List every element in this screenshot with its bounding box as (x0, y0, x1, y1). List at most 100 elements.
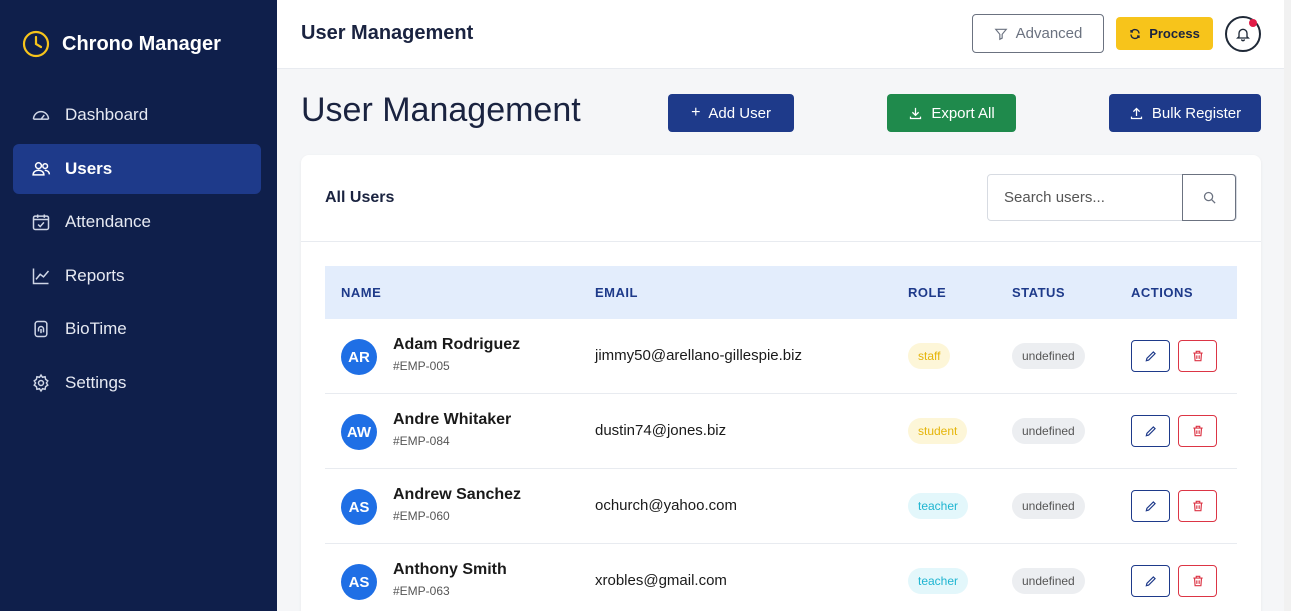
status-badge: undefined (1012, 418, 1085, 444)
pencil-icon (1145, 576, 1156, 587)
user-id: #EMP-084 (393, 434, 450, 448)
edit-button[interactable] (1131, 340, 1170, 372)
topbar: User Management Advanced Process (277, 0, 1284, 69)
card-title: All Users (325, 189, 395, 206)
table-row: AS Andrew Sanchez #EMP-060 ochurch@yahoo… (325, 469, 1237, 544)
status-badge: undefined (1012, 568, 1085, 594)
bulk-register-button[interactable]: Bulk Register (1109, 94, 1261, 132)
download-icon (910, 107, 922, 119)
sidebar-item-users[interactable]: Users (13, 144, 261, 194)
plus-icon: + (691, 104, 701, 121)
user-name: Andrew Sanchez (393, 486, 522, 503)
delete-button[interactable] (1178, 490, 1217, 522)
process-label: Process (1149, 26, 1200, 41)
line-chart-icon (32, 268, 50, 285)
search-box (987, 174, 1237, 221)
gear-icon (33, 373, 49, 393)
trash-icon (1192, 425, 1203, 437)
topbar-title: User Management (301, 22, 474, 44)
pencil-icon (1145, 426, 1156, 437)
fingerprint-icon (34, 320, 48, 338)
clock-icon (22, 30, 50, 58)
user-id: #EMP-005 (393, 359, 450, 373)
sidebar: Chrono Manager Dashboard Users Attendanc… (0, 0, 277, 611)
advanced-button[interactable]: Advanced (972, 14, 1104, 53)
brand-name: Chrono Manager (62, 32, 221, 55)
user-id: #EMP-060 (393, 509, 450, 523)
edit-button[interactable] (1131, 490, 1170, 522)
avatar: AW (341, 414, 377, 450)
sidebar-item-label: Users (65, 159, 113, 178)
edit-button[interactable] (1131, 415, 1170, 447)
pencil-icon (1145, 351, 1156, 362)
users-card: All Users NAME EMAIL ROLE STATUS ACTIONS… (301, 155, 1261, 611)
table-header: NAME EMAIL ROLE STATUS ACTIONS (325, 266, 1237, 319)
sidebar-item-biotime[interactable]: BioTime (13, 304, 261, 354)
notifications-button[interactable] (1225, 16, 1261, 52)
sidebar-item-label: Dashboard (65, 105, 149, 124)
avatar: AS (341, 564, 377, 600)
role-badge: staff (908, 343, 951, 369)
sidebar-item-settings[interactable]: Settings (13, 358, 261, 408)
calendar-check-icon (32, 214, 50, 231)
trash-icon (1192, 500, 1203, 512)
sidebar-item-label: Settings (65, 373, 127, 392)
user-id: #EMP-063 (393, 584, 450, 598)
delete-button[interactable] (1178, 565, 1217, 597)
sidebar-item-label: Reports (65, 266, 125, 285)
table-row: AS Anthony Smith #EMP-063 xrobles@gmail.… (325, 544, 1237, 611)
user-name: Anthony Smith (393, 561, 507, 578)
sidebar-item-label: BioTime (65, 319, 127, 338)
advanced-label: Advanced (1015, 25, 1083, 42)
notification-dot (1249, 19, 1257, 27)
user-email: dustin74@jones.biz (595, 422, 727, 439)
add-user-label: Add User (708, 104, 771, 122)
avatar: AR (341, 339, 377, 375)
avatar: AS (341, 489, 377, 525)
refresh-icon (1130, 28, 1140, 39)
user-name: Andre Whitaker (393, 411, 512, 428)
brand[interactable]: Chrono Manager (22, 30, 221, 58)
sidebar-item-attendance[interactable]: Attendance (13, 197, 261, 247)
user-name: Adam Rodriguez (393, 336, 521, 353)
edit-button[interactable] (1131, 565, 1170, 597)
user-email: xrobles@gmail.com (595, 572, 727, 589)
table-row: AW Andre Whitaker #EMP-084 dustin74@jone… (325, 394, 1237, 469)
role-badge: teacher (908, 493, 969, 519)
pencil-icon (1145, 501, 1156, 512)
export-label: Export All (931, 104, 995, 122)
gauge-icon (32, 110, 50, 120)
search-button[interactable] (1182, 174, 1236, 221)
status-badge: undefined (1012, 493, 1085, 519)
user-email: ochurch@yahoo.com (595, 497, 737, 514)
add-user-button[interactable]: + Add User (668, 94, 794, 132)
delete-button[interactable] (1178, 415, 1217, 447)
user-email: jimmy50@arellano-gillespie.biz (595, 347, 802, 364)
column-header-name: NAME (341, 285, 382, 300)
filter-icon (994, 28, 1008, 40)
divider (301, 241, 1261, 242)
status-badge: undefined (1012, 343, 1085, 369)
column-header-status: STATUS (1012, 285, 1066, 300)
process-button[interactable]: Process (1116, 17, 1213, 50)
users-icon (32, 162, 51, 176)
export-all-button[interactable]: Export All (887, 94, 1016, 132)
trash-icon (1192, 350, 1203, 362)
sidebar-item-dashboard[interactable]: Dashboard (13, 90, 261, 140)
bulk-label: Bulk Register (1151, 104, 1242, 122)
role-badge: teacher (908, 568, 969, 594)
search-icon (1203, 191, 1216, 204)
table-row: AR Adam Rodriguez #EMP-005 jimmy50@arell… (325, 319, 1237, 394)
sidebar-item-label: Attendance (65, 212, 152, 231)
trash-icon (1192, 575, 1203, 587)
delete-button[interactable] (1178, 340, 1217, 372)
upload-icon (1130, 107, 1143, 119)
column-header-role: ROLE (908, 285, 947, 300)
scrollbar[interactable] (1284, 0, 1291, 611)
sidebar-item-reports[interactable]: Reports (13, 251, 261, 301)
column-header-actions: ACTIONS (1131, 285, 1193, 300)
bell-icon (1236, 28, 1250, 42)
page-title: User Management (301, 91, 581, 129)
column-header-email: EMAIL (595, 285, 638, 300)
search-input[interactable] (988, 175, 1182, 220)
